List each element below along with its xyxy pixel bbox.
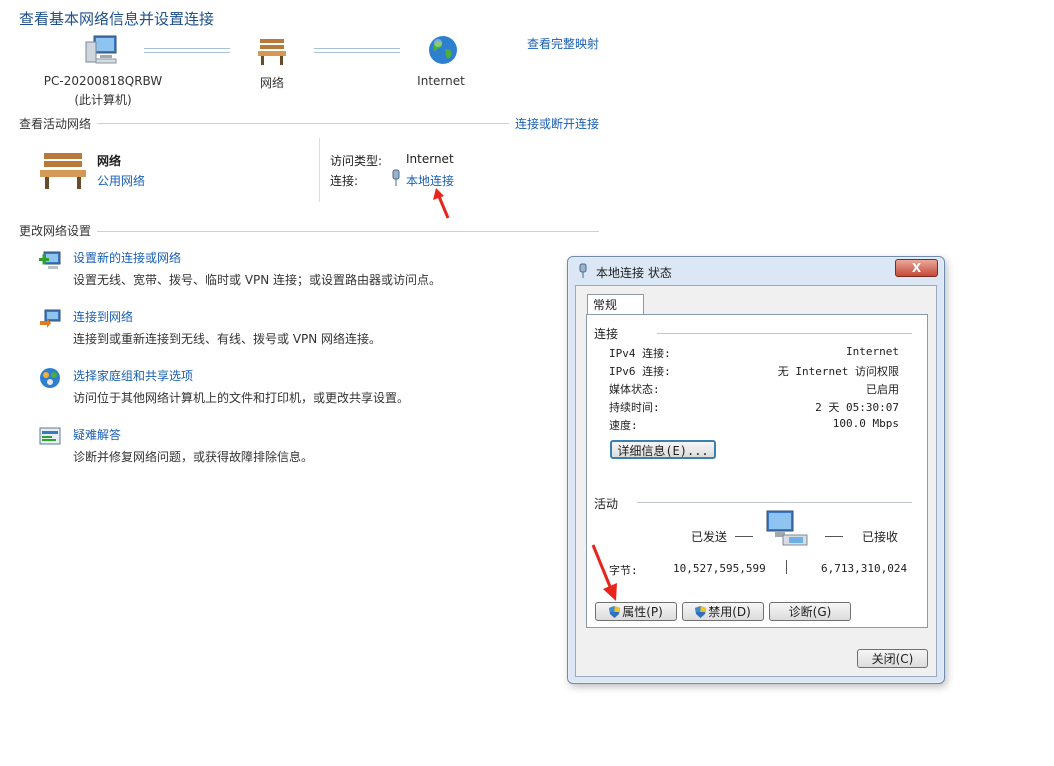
bytes-sent-value: 10,527,595,599	[673, 562, 766, 575]
sent-label: 已发送	[691, 530, 728, 544]
pc-name-label: PC-20200818QRBW	[43, 74, 163, 88]
general-tab-panel: 连接 IPv4 连接: Internet IPv6 连接: 无 Internet…	[586, 314, 928, 628]
troubleshoot-icon	[38, 425, 62, 449]
details-button[interactable]: 详细信息(E)...	[610, 440, 716, 459]
disable-button-label: 禁用(D)	[708, 605, 751, 619]
dialog-body: 常规 连接 IPv4 连接: Internet IPv6 连接: 无 Inter…	[575, 285, 937, 677]
pc-sub-label: (此计算机)	[74, 93, 132, 107]
ipv6-value: 无 Internet 访问权限	[777, 365, 899, 378]
change-settings-title: 更改网络设置	[19, 224, 92, 238]
duration-value: 2 天 05:30:07	[815, 401, 899, 414]
local-connection-status-dialog: 本地连接 状态 X 常规 连接 IPv4 连接: Internet IPv6 连…	[567, 256, 945, 684]
activity-group-line	[637, 502, 912, 503]
page-title: 查看基本网络信息并设置连接	[19, 10, 215, 28]
annotation-arrow	[432, 188, 454, 220]
connect-network-icon	[38, 307, 62, 331]
homegroup-icon	[38, 366, 62, 390]
task-new-connection-desc: 设置无线、宽带、拨号、临时或 VPN 连接；或设置路由器或访问点。	[73, 273, 442, 287]
media-state-label: 媒体状态:	[609, 383, 660, 396]
shield-icon	[609, 605, 621, 618]
map-link-line-2	[314, 48, 400, 53]
section-divider-2	[97, 231, 599, 232]
network-node-label: 网络	[259, 76, 284, 90]
received-dash	[825, 536, 843, 537]
see-full-map-link[interactable]: 查看完整映射	[527, 35, 599, 52]
sent-dash	[735, 536, 753, 537]
new-connection-icon	[38, 248, 62, 272]
active-network-name: 网络	[97, 154, 122, 168]
section-divider	[97, 123, 509, 124]
close-button[interactable]: 关闭(C)	[857, 649, 928, 668]
internet-node-label: Internet	[417, 74, 465, 88]
vertical-divider	[319, 138, 320, 202]
bytes-received-value: 6,713,310,024	[821, 562, 908, 575]
speed-value: 100.0 Mbps	[832, 417, 899, 430]
activity-computers-icon	[763, 509, 815, 553]
access-type-value: Internet	[406, 152, 454, 166]
active-network-bench-icon	[38, 149, 88, 191]
connection-group-title: 连接	[594, 327, 619, 341]
task-homegroup-link[interactable]: 选择家庭组和共享选项	[73, 367, 193, 384]
computer-icon	[84, 34, 118, 66]
bytes-divider	[786, 560, 787, 574]
network-bench-icon	[256, 36, 288, 66]
speed-label: 速度:	[609, 419, 638, 432]
task-troubleshoot-desc: 诊断并修复网络问题，或获得故障排除信息。	[73, 450, 314, 464]
task-troubleshoot-link[interactable]: 疑难解答	[73, 426, 121, 443]
ipv4-label: IPv4 连接:	[609, 347, 671, 360]
ipv6-label: IPv6 连接:	[609, 365, 671, 378]
tab-general[interactable]: 常规	[587, 294, 644, 315]
internet-globe-icon	[427, 34, 459, 66]
annotation-arrow-2	[589, 543, 619, 601]
task-homegroup-desc: 访问位于其他网络计算机上的文件和打印机，或更改共享设置。	[73, 391, 410, 405]
dialog-close-x-button[interactable]: X	[895, 259, 938, 277]
properties-button[interactable]: 属性(P)	[595, 602, 677, 621]
map-link-line	[144, 48, 230, 53]
media-state-value: 已启用	[866, 383, 899, 396]
received-label: 已接收	[862, 530, 899, 544]
connection-plug-icon	[391, 169, 401, 187]
dialog-plug-icon	[578, 263, 588, 279]
access-type-label: 访问类型:	[330, 154, 383, 168]
properties-button-label: 属性(P)	[622, 605, 663, 619]
ipv4-value: Internet	[846, 345, 899, 358]
duration-label: 持续时间:	[609, 401, 660, 414]
active-network-title: 查看活动网络	[19, 117, 92, 131]
dialog-title: 本地连接 状态	[596, 266, 672, 280]
shield-icon	[695, 605, 707, 618]
task-new-connection-link[interactable]: 设置新的连接或网络	[73, 249, 181, 266]
connect-disconnect-link[interactable]: 连接或断开连接	[515, 115, 599, 132]
connection-group-line	[657, 333, 912, 334]
diagnose-button[interactable]: 诊断(G)	[769, 602, 851, 621]
network-type-link[interactable]: 公用网络	[97, 172, 145, 189]
local-connection-link[interactable]: 本地连接	[406, 172, 454, 189]
task-connect-network-link[interactable]: 连接到网络	[73, 308, 133, 325]
disable-button[interactable]: 禁用(D)	[682, 602, 764, 621]
connection-label: 连接:	[330, 174, 359, 188]
activity-group-title: 活动	[594, 497, 619, 511]
task-connect-network-desc: 连接到或重新连接到无线、有线、拨号或 VPN 网络连接。	[73, 332, 382, 346]
